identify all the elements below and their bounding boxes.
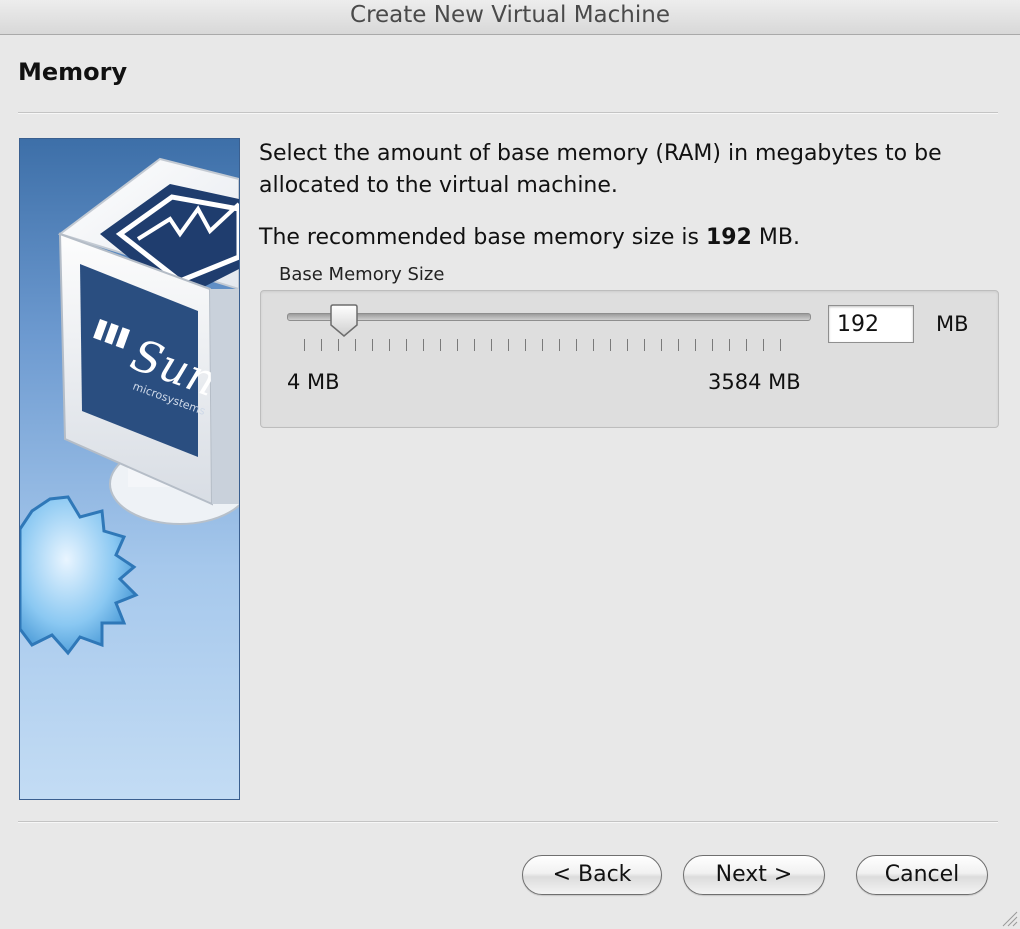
header-divider [18,112,998,114]
resize-grip-icon[interactable] [998,907,1018,927]
next-button[interactable]: Next > [683,855,825,895]
recommended-value: 192 [705,225,752,250]
cancel-button[interactable]: Cancel [856,855,988,895]
recommendation-suffix: MB. [751,225,800,250]
recommendation-text: The recommended base memory size is 192 … [259,222,800,254]
back-button[interactable]: < Back [522,855,662,895]
memory-size-input[interactable] [828,305,914,343]
page-title: Memory [18,58,128,86]
virtualbox-sun-illustration: Sun microsystems [19,138,240,800]
base-memory-group-label: Base Memory Size [279,264,445,285]
memory-max-label: 3584 MB [708,370,801,394]
window-title: Create New Virtual Machine [0,0,1020,35]
memory-slider-ticks [304,339,794,351]
memory-slider-track[interactable] [287,313,811,321]
memory-slider-thumb[interactable] [329,303,358,337]
memory-description: Select the amount of base memory (RAM) i… [259,141,942,198]
recommendation-prefix: The recommended base memory size is [259,225,706,250]
footer-divider [18,821,998,823]
memory-unit-label: MB [936,312,969,336]
memory-min-label: 4 MB [287,370,340,394]
